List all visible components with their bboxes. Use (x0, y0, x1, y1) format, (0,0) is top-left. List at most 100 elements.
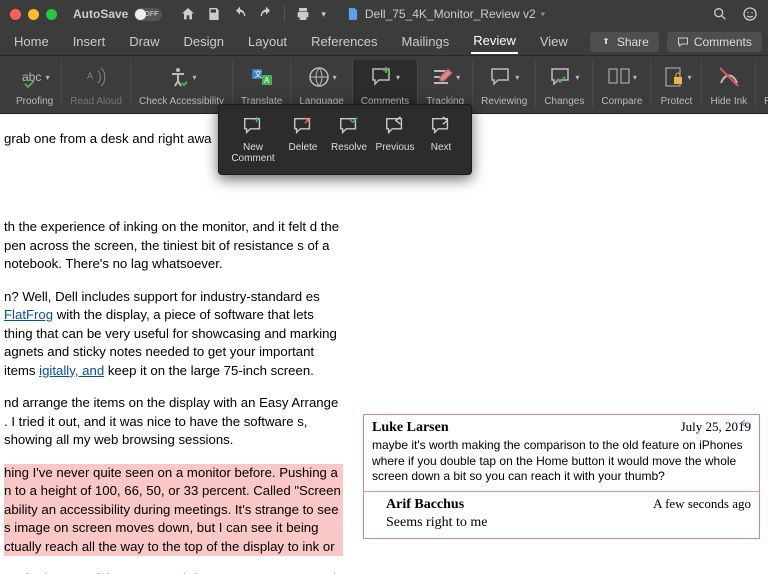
autosave-label: AutoSave (73, 7, 128, 21)
print-icon[interactable] (295, 6, 311, 22)
svg-text:A: A (87, 71, 93, 81)
titlebar: AutoSave OFF ▾ Dell_75_4K_Monitor_Review… (0, 0, 768, 28)
chevron-down-icon: ▾ (46, 73, 50, 82)
group-proofing[interactable]: abc▾ Proofing (8, 60, 62, 107)
zoom-icon[interactable] (46, 9, 57, 20)
comment-reply[interactable]: Arif Bacchus A few seconds ago Seems rig… (364, 491, 759, 538)
separator (284, 6, 285, 22)
comments-margin: Luke Larsen July 25, 2019 maybe it's wor… (355, 114, 768, 574)
smile-icon[interactable] (742, 6, 758, 22)
doc-icon (346, 7, 360, 21)
group-accessibility[interactable]: ▾ Check Accessibility (131, 60, 233, 107)
tab-view[interactable]: View (538, 30, 570, 53)
language-icon (307, 65, 331, 89)
previous-comment-icon (384, 115, 406, 137)
paragraph[interactable]: th the experience of inking on the monit… (4, 218, 343, 273)
comment-body: maybe it's worth making the comparison t… (372, 438, 751, 485)
chevron-down-icon: ▾ (633, 73, 637, 82)
chevron-down-icon[interactable]: ▾ (541, 9, 546, 20)
chevron-down-icon: ▾ (687, 73, 691, 82)
group-comments[interactable]: ▾ Comments (353, 60, 418, 107)
paragraph[interactable]: nd arrange the items on the display with… (4, 394, 343, 449)
tab-mailings[interactable]: Mailings (400, 30, 452, 53)
close-icon[interactable] (10, 9, 21, 20)
group-tracking[interactable]: ▾ Tracking (418, 60, 473, 107)
home-icon[interactable] (180, 6, 196, 22)
comment-new-icon (370, 65, 394, 89)
protect-icon (661, 65, 685, 89)
group-resume[interactable]: in Resume Assistant (756, 60, 768, 107)
comments-dropdown: New Comment Delete Resolve Previous Next (218, 104, 472, 175)
autosave-toggle[interactable]: AutoSave OFF (73, 7, 162, 21)
share-button[interactable]: Share (590, 32, 659, 52)
ribbon-tabs: Home Insert Draw Design Layout Reference… (0, 28, 768, 56)
tab-insert[interactable]: Insert (71, 30, 108, 53)
tab-review[interactable]: Review (471, 29, 518, 54)
comment-author: Arif Bacchus (386, 496, 464, 514)
quick-access-toolbar: ▾ (180, 6, 326, 22)
tab-design[interactable]: Design (182, 30, 226, 53)
group-protect[interactable]: ▾ Protect (651, 60, 702, 107)
resolve-comment-button[interactable]: Resolve (327, 111, 371, 166)
svg-text:A: A (264, 76, 270, 85)
translate-icon: 文A (250, 65, 274, 89)
titlebar-right (712, 6, 758, 22)
new-comment-icon (242, 115, 264, 137)
group-language[interactable]: ▾ Language (291, 60, 353, 107)
tab-references[interactable]: References (309, 30, 379, 53)
search-icon[interactable] (712, 6, 728, 22)
save-icon[interactable] (206, 6, 222, 22)
comment[interactable]: Luke Larsen July 25, 2019 maybe it's wor… (364, 415, 759, 491)
tab-layout[interactable]: Layout (246, 30, 289, 53)
chevron-down-icon: ▾ (396, 73, 400, 82)
group-hide-ink[interactable]: Hide Ink (702, 60, 756, 107)
paragraph[interactable]: n? Well, Dell includes support for indus… (4, 288, 343, 380)
document-area: grab one from a desk and right awa th th… (0, 114, 768, 574)
accessibility-icon (166, 65, 190, 89)
group-reviewing[interactable]: ▾ Reviewing (473, 60, 536, 107)
paragraph-highlighted[interactable]: hing I've never quite seen on a monitor … (4, 464, 343, 556)
minimize-icon[interactable] (28, 9, 39, 20)
comment-reply-icon[interactable] (739, 417, 753, 434)
svg-text:abc: abc (22, 70, 41, 84)
comment-author: Luke Larsen (372, 419, 449, 437)
redo-icon[interactable] (258, 6, 274, 22)
qat-dropdown-icon[interactable]: ▾ (321, 9, 326, 20)
chevron-down-icon: ▾ (515, 73, 519, 82)
comment-body: Seems right to me (386, 514, 751, 532)
document-page[interactable]: grab one from a desk and right awa th th… (0, 114, 355, 574)
autosave-switch[interactable]: OFF (134, 8, 162, 21)
hide-ink-icon (717, 65, 741, 89)
chevron-down-icon: ▾ (333, 73, 337, 82)
group-compare[interactable]: ▾ Compare (593, 60, 651, 107)
delete-comment-button[interactable]: Delete (281, 111, 325, 166)
compare-icon (607, 65, 631, 89)
next-comment-button[interactable]: Next (419, 111, 463, 166)
document-title[interactable]: Dell_75_4K_Monitor_Review v2 ▾ (346, 7, 545, 21)
previous-comment-button[interactable]: Previous (373, 111, 417, 166)
tab-actions: Share Comments (590, 32, 762, 52)
paragraph[interactable]: ng the bottom of the screen to bring up … (4, 570, 343, 574)
tab-home[interactable]: Home (12, 30, 51, 53)
tracking-icon (430, 65, 454, 89)
delete-comment-icon (292, 115, 314, 137)
chevron-down-icon: ▾ (192, 73, 196, 82)
comments-button[interactable]: Comments (667, 32, 762, 52)
read-aloud-icon: A (84, 65, 108, 89)
group-read-aloud[interactable]: A Read Aloud (62, 60, 131, 107)
group-translate[interactable]: 文A Translate (233, 60, 291, 107)
group-changes[interactable]: ▾ Changes (536, 60, 593, 107)
link-flatfrog[interactable]: FlatFrog (4, 307, 53, 322)
comment-thread[interactable]: Luke Larsen July 25, 2019 maybe it's wor… (363, 414, 760, 539)
link-digitally[interactable]: igitally, and (39, 363, 104, 378)
window-controls (10, 9, 57, 20)
resolve-comment-icon (338, 115, 360, 137)
tab-draw[interactable]: Draw (127, 30, 161, 53)
spellcheck-icon: abc (20, 65, 44, 89)
reviewing-icon (489, 65, 513, 89)
new-comment-button[interactable]: New Comment (227, 111, 279, 166)
comment-date: A few seconds ago (653, 496, 751, 514)
changes-icon (549, 65, 573, 89)
next-comment-icon (430, 115, 452, 137)
undo-icon[interactable] (232, 6, 248, 22)
